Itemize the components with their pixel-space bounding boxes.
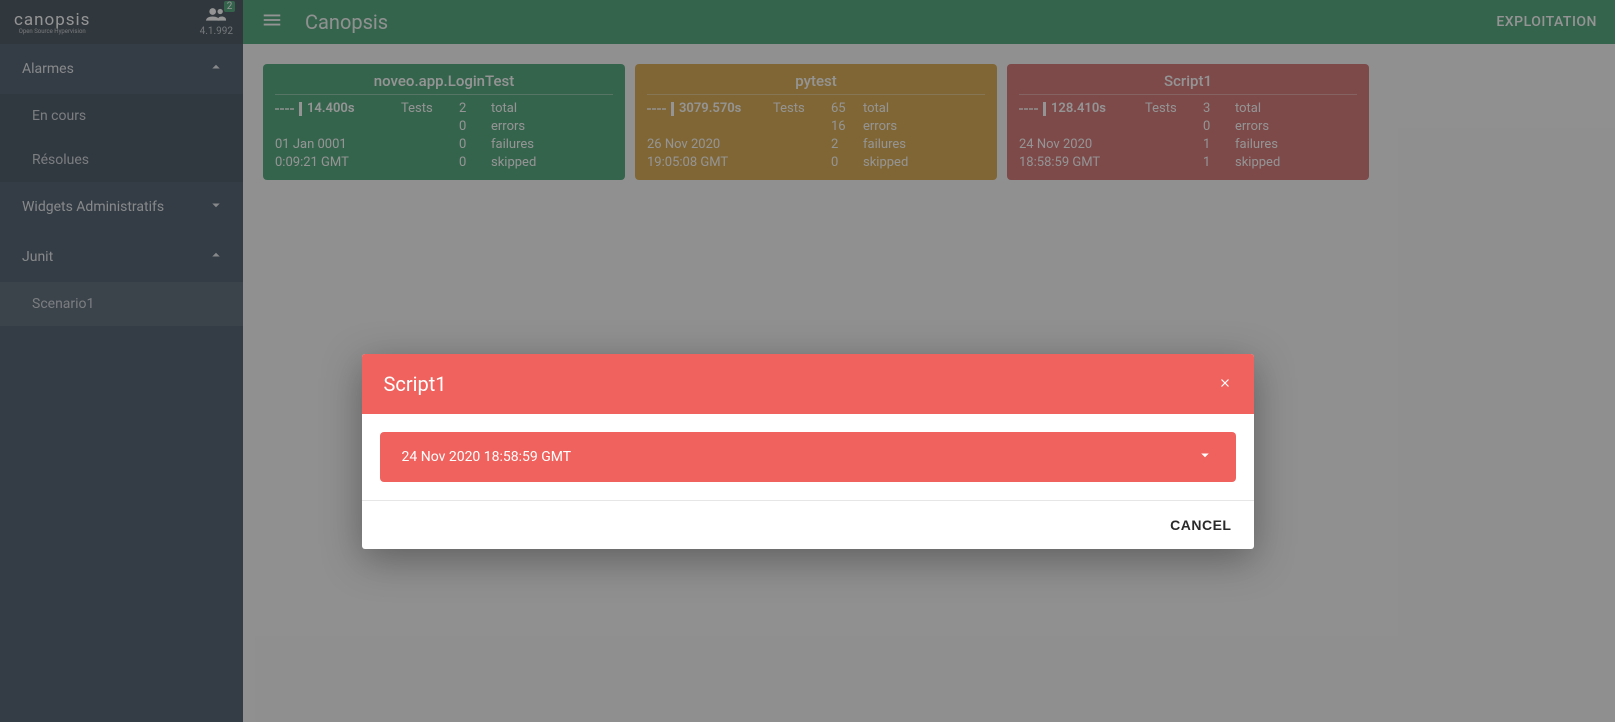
modal-title: Script1 bbox=[384, 372, 447, 396]
modal-entry-label: 24 Nov 2020 18:58:59 GMT bbox=[402, 449, 572, 465]
modal-dialog: Script1 24 Nov 2020 18:58:59 GMT CANCEL bbox=[362, 354, 1254, 549]
close-icon[interactable] bbox=[1218, 374, 1232, 395]
modal-body: 24 Nov 2020 18:58:59 GMT bbox=[362, 414, 1254, 500]
cancel-button[interactable]: CANCEL bbox=[1170, 517, 1231, 533]
modal-entry-row[interactable]: 24 Nov 2020 18:58:59 GMT bbox=[380, 432, 1236, 482]
modal-footer: CANCEL bbox=[362, 500, 1254, 549]
modal-header: Script1 bbox=[362, 354, 1254, 414]
chevron-down-icon bbox=[1196, 446, 1214, 468]
